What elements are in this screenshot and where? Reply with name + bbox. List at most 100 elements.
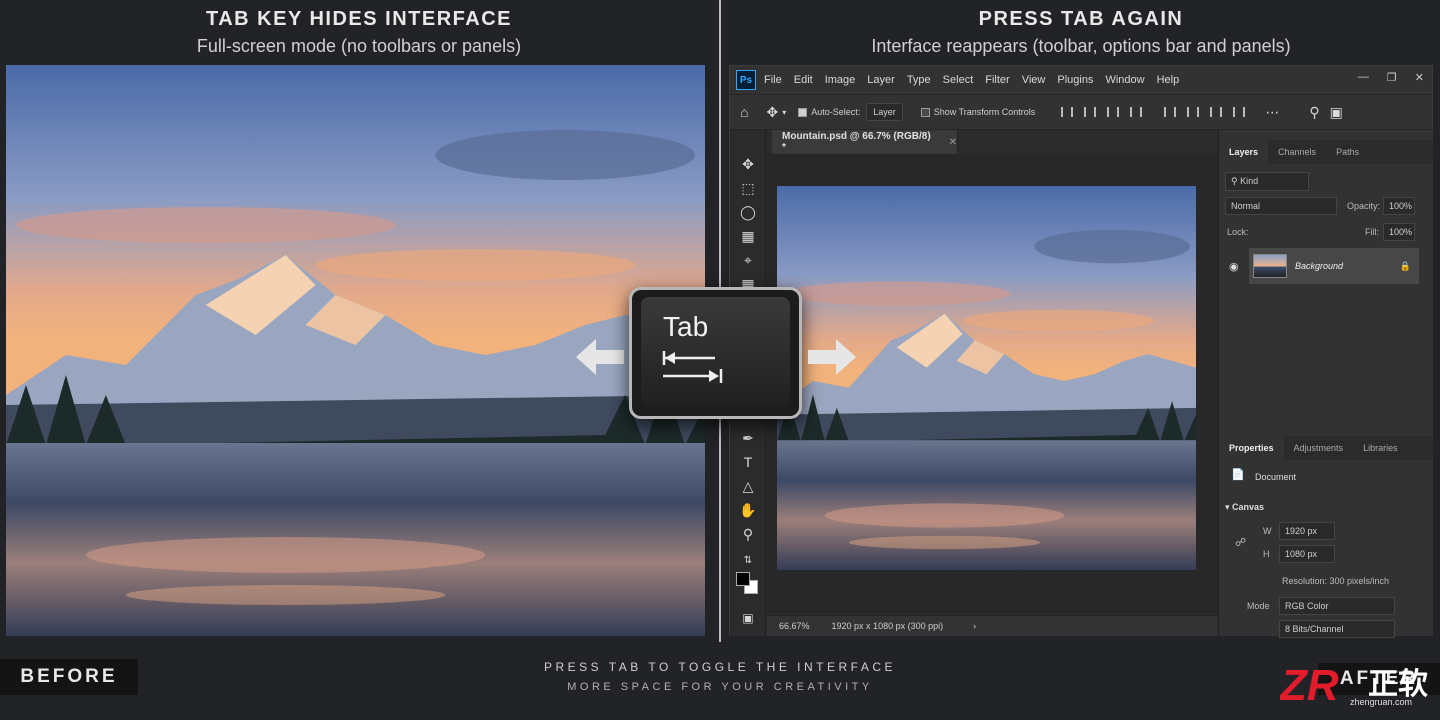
canvas-section-header[interactable]: ▾ Canvas — [1225, 502, 1264, 513]
menu-layer[interactable]: Layer — [867, 74, 895, 86]
watermark-site: zhengruan.com — [1350, 697, 1413, 707]
footer-line-2: MORE SPACE FOR YOUR CREATIVITY — [567, 681, 873, 693]
zoom-tool-icon[interactable]: ⚲ — [737, 524, 759, 544]
after-title: PRESS TAB AGAIN — [978, 8, 1184, 30]
blend-mode-dropdown[interactable]: Normal — [1225, 197, 1337, 215]
photoshop-logo: Ps — [736, 70, 756, 90]
tab-key: Tab — [629, 287, 802, 419]
menu-plugins[interactable]: Plugins — [1057, 74, 1093, 86]
close-icon[interactable]: ✕ — [1415, 71, 1424, 84]
resolution-text: Resolution: 300 pixels/inch — [1282, 576, 1390, 586]
search-icon[interactable]: ⚲ — [1309, 104, 1319, 121]
chevron-down-icon[interactable]: ▾ — [782, 108, 786, 117]
mode-dropdown[interactable]: RGB Color — [1279, 597, 1395, 615]
layer-thumbnail — [1253, 254, 1287, 278]
document-label: Document — [1255, 472, 1297, 482]
link-icon[interactable]: ☍ — [1235, 536, 1246, 549]
tab-paths[interactable]: Paths — [1326, 140, 1369, 164]
minimize-icon[interactable]: — — [1358, 71, 1369, 84]
bit-depth-dropdown[interactable]: 8 Bits/Channel — [1279, 620, 1395, 638]
layer-filter-kind[interactable]: ⚲ Kind — [1225, 172, 1309, 191]
hand-tool-icon[interactable]: ✋ — [737, 500, 759, 520]
status-bar: 66.67% 1920 px x 1080 px (300 ppi) › — [767, 615, 1218, 636]
tab-properties[interactable]: Properties — [1219, 436, 1284, 460]
properties-panel-tabs: Properties Adjustments Libraries — [1219, 436, 1433, 460]
menu-view[interactable]: View — [1022, 74, 1046, 86]
distribute-vertical-icon[interactable] — [1233, 107, 1246, 117]
tab-channels[interactable]: Channels — [1268, 140, 1326, 164]
auto-select-dropdown[interactable]: Layer — [866, 103, 903, 121]
layers-panel-tabs: Layers Channels Paths — [1219, 140, 1433, 164]
document-canvas-image[interactable] — [777, 186, 1196, 570]
footer-line-1: PRESS TAB TO TOGGLE THE INTERFACE — [543, 660, 896, 674]
eye-icon[interactable]: ◉ — [1229, 260, 1239, 273]
home-icon[interactable]: ⌂ — [740, 104, 748, 120]
menu-edit[interactable]: Edit — [794, 74, 813, 86]
tab-arrows-icon — [662, 351, 723, 383]
align-left-icon[interactable] — [1061, 107, 1074, 117]
maximize-icon[interactable]: ❐ — [1387, 71, 1397, 84]
tab-layers[interactable]: Layers — [1219, 140, 1269, 164]
after-subtitle: Interface reappears (toolbar, options ba… — [871, 36, 1291, 56]
svg-text:ZR: ZR — [1280, 661, 1339, 708]
after-heading: PRESS TAB AGAIN Interface reappears (too… — [722, 8, 1440, 57]
layer-background[interactable]: Background 🔒 — [1249, 248, 1419, 284]
menu-filter[interactable]: Filter — [985, 74, 1009, 86]
menu-type[interactable]: Type — [907, 74, 931, 86]
pen-tool-icon[interactable]: ✒ — [737, 428, 759, 448]
menu-file[interactable]: File — [764, 74, 782, 86]
opacity-label: Opacity: — [1347, 201, 1381, 211]
lock-label: Lock: — [1227, 227, 1249, 237]
more-options-icon[interactable]: ⋯ — [1265, 104, 1279, 121]
tab-key-label: Tab — [663, 311, 709, 342]
align-top-icon[interactable] — [1164, 107, 1177, 117]
object-select-icon[interactable]: ▦ — [737, 226, 759, 246]
tab-adjustments[interactable]: Adjustments — [1284, 436, 1354, 460]
width-label: W — [1263, 526, 1272, 536]
align-middle-icon[interactable] — [1187, 107, 1200, 117]
menu-help[interactable]: Help — [1157, 74, 1180, 86]
shape-tool-icon[interactable]: △ — [737, 476, 759, 496]
auto-select-checkbox[interactable]: Auto-Select: — [798, 107, 860, 118]
lasso-tool-icon[interactable]: ◯ — [737, 202, 759, 222]
crop-tool-icon[interactable]: ⌖ — [737, 250, 759, 270]
close-document-icon[interactable]: ✕ — [949, 137, 957, 148]
distribute-icon[interactable] — [1130, 107, 1143, 117]
marquee-tool-icon[interactable]: ⬚ — [737, 178, 759, 198]
align-right-icon[interactable] — [1107, 107, 1120, 117]
menu-window[interactable]: Window — [1105, 74, 1144, 86]
tab-libraries[interactable]: Libraries — [1353, 436, 1408, 460]
zoom-level: 66.67% — [779, 621, 810, 631]
quick-mask-icon[interactable]: ▣ — [737, 608, 759, 628]
arrow-right-icon — [808, 339, 856, 375]
fill-field[interactable]: 100% — [1383, 223, 1415, 241]
before-heading: TAB KEY HIDES INTERFACE Full-screen mode… — [0, 8, 718, 57]
align-center-icon[interactable] — [1084, 107, 1097, 117]
status-chevron-icon[interactable]: › — [973, 621, 976, 631]
opacity-field[interactable]: 100% — [1383, 197, 1415, 215]
fill-label: Fill: — [1365, 227, 1379, 237]
right-panels: Layers Channels Paths ⚲ Kind Normal Opac… — [1218, 130, 1433, 638]
menu-bar: Ps File Edit Image Layer Type Select Fil… — [730, 66, 1432, 94]
before-badge: BEFORE — [0, 659, 138, 695]
arrow-left-icon — [576, 339, 624, 375]
before-subtitle: Full-screen mode (no toolbars or panels) — [196, 36, 522, 56]
move-tool-icon[interactable]: ✥ — [766, 104, 778, 121]
document-tab[interactable]: Mountain.psd @ 66.7% (RGB/8) * ✕ — [772, 130, 958, 154]
document-icon: 📄 — [1231, 469, 1245, 481]
document-info: 1920 px x 1080 px (300 ppi) — [831, 621, 944, 631]
menu-select[interactable]: Select — [943, 74, 974, 86]
show-transform-checkbox[interactable]: Show Transform Controls — [920, 107, 1035, 118]
move-tool-icon[interactable]: ✥ — [737, 154, 759, 174]
mode-label: Mode — [1247, 601, 1270, 611]
foreground-color-swatch[interactable] — [736, 572, 750, 586]
options-bar: ⌂ ✥ ▾ Auto-Select: Layer Show Transform … — [730, 94, 1432, 130]
lock-icon[interactable]: 🔒 — [1400, 261, 1411, 272]
swap-colors-icon[interactable]: ⇅ — [737, 550, 759, 570]
type-tool-icon[interactable]: T — [737, 452, 759, 472]
menu-image[interactable]: Image — [825, 74, 856, 86]
align-bottom-icon[interactable] — [1210, 107, 1223, 117]
width-field[interactable]: 1920 px — [1279, 522, 1335, 540]
height-field[interactable]: 1080 px — [1279, 545, 1335, 563]
workspace-icon[interactable]: ▣ — [1330, 104, 1343, 121]
